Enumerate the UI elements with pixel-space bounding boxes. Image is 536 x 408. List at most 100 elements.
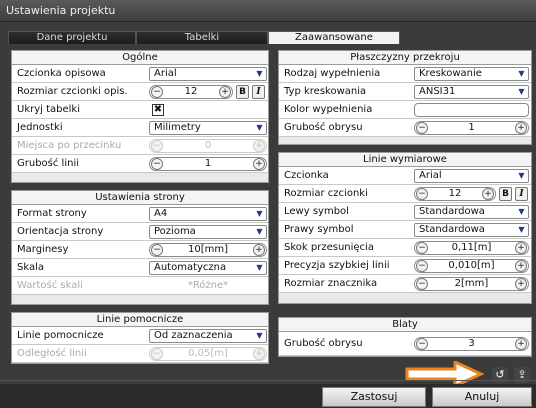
stepper-value: 0 — [204, 140, 212, 151]
plus-icon[interactable]: + — [253, 244, 265, 256]
minus-icon: − — [151, 140, 163, 152]
label: Jednostki — [17, 122, 63, 133]
label: Grubość obrysu — [284, 338, 363, 349]
chevron-down-icon: ▼ — [518, 225, 525, 234]
chevron-down-icon: ▼ — [256, 69, 263, 78]
font-size-stepper[interactable]: − 12 + — [149, 85, 233, 99]
row-skok-przesuniecia: Skok przesunięcia − 0,11[m] + — [279, 239, 531, 257]
italic-button[interactable]: I — [252, 85, 265, 99]
plus-icon[interactable]: + — [515, 260, 527, 272]
page-format-select[interactable]: A4 ▼ — [149, 207, 267, 221]
chevron-down-icon: ▼ — [518, 207, 525, 216]
italic-button[interactable]: I — [515, 187, 528, 201]
apply-button[interactable]: Zastosuj — [322, 387, 426, 407]
dim-font-size-stepper[interactable]: − 12 + — [414, 187, 496, 201]
font-select[interactable]: Arial ▼ — [149, 67, 267, 81]
row-odleglosc-linii: Odległość linii − 0,05[m] + — [12, 345, 268, 363]
plus-icon[interactable]: + — [515, 122, 527, 134]
cancel-button[interactable]: Anuluj — [432, 387, 532, 407]
stepper-value: 12 — [448, 188, 462, 199]
plus-icon[interactable]: + — [253, 158, 265, 170]
select-value: Pozioma — [154, 226, 196, 237]
stepper-value: 1 — [204, 158, 212, 169]
row-czcionka-opisowa: Czcionka opisowa Arial ▼ — [12, 65, 268, 83]
select-value: Arial — [419, 170, 442, 181]
margins-stepper[interactable]: − 10[mm] + — [149, 243, 267, 257]
minus-icon[interactable]: − — [416, 188, 428, 200]
offset-step-stepper[interactable]: − 0,11[m] + — [414, 241, 529, 255]
stepper-value: 1 — [468, 122, 475, 133]
line-distance-stepper: − 0,05[m] + — [149, 347, 267, 361]
countertop-outline-stepper[interactable]: − 3 + — [414, 337, 529, 351]
row-wartosc-skali: Wartość skali *Różne* — [12, 277, 268, 295]
row-marginesy: Marginesy − 10[mm] + — [12, 241, 268, 259]
select-value: Milimetry — [154, 122, 201, 133]
fill-type-select[interactable]: Kreskowanie ▼ — [414, 67, 529, 81]
minus-icon[interactable]: − — [151, 86, 163, 98]
marker-size-stepper[interactable]: − 2[mm] + — [414, 277, 529, 291]
plus-icon[interactable]: + — [515, 338, 527, 350]
plus-icon: + — [253, 348, 265, 360]
dim-font-select[interactable]: Arial ▼ — [414, 169, 529, 183]
units-select[interactable]: Milimetry ▼ — [149, 121, 267, 135]
plus-icon[interactable]: + — [219, 86, 231, 98]
minus-icon[interactable]: − — [416, 260, 428, 272]
tab-tabelki[interactable]: Tabelki — [136, 31, 268, 44]
hide-tables-checkbox[interactable]: ✖ — [152, 104, 164, 116]
row-prawy-symbol: Prawy symbol Standardowa ▼ — [279, 221, 531, 239]
panel-title: Blaty — [279, 318, 531, 332]
label: Czcionka opisowa — [17, 68, 106, 79]
label: Prawy symbol — [284, 224, 354, 235]
hatch-type-select[interactable]: ANSI31 ▼ — [414, 85, 529, 99]
right-symbol-select[interactable]: Standardowa ▼ — [414, 223, 529, 237]
line-thickness-stepper[interactable]: − 1 + — [149, 157, 267, 171]
plus-icon[interactable]: + — [482, 188, 494, 200]
decimal-places-stepper: − 0 + — [149, 139, 267, 153]
divider — [0, 380, 536, 381]
tab-zaawansowane[interactable]: Zaawansowane — [268, 31, 400, 44]
panel-linie-pomocnicze: Linie pomocnicze Linie pomocnicze Od zaz… — [11, 312, 269, 364]
chevron-down-icon: ▼ — [518, 69, 525, 78]
stepper-value: 0,11[m] — [451, 242, 492, 253]
label: Odległość linii — [17, 348, 87, 359]
minus-icon[interactable]: − — [151, 158, 163, 170]
panel-ogolne: Ogólne Czcionka opisowa Arial ▼ Rozmiar c… — [11, 50, 269, 183]
label: Grubość obrysu — [284, 122, 363, 133]
stepper-value: 0,010[m] — [448, 260, 495, 271]
row-ukryj-tabelki: Ukryj tabelki ✖ — [12, 101, 268, 119]
row-rozmiar-czcionki-opis: Rozmiar czcionki opis. − 12 + B I — [12, 83, 268, 101]
minus-icon[interactable]: − — [151, 244, 163, 256]
bold-button[interactable]: B — [499, 187, 512, 201]
window-title: Ustawienia projektu — [0, 0, 536, 22]
minus-icon[interactable]: − — [416, 338, 428, 350]
panel-title: Płaszczyzny przekroju — [279, 51, 531, 65]
row-precyzja-szybkiej-linii: Precyzja szybkiej linii − 0,010[m] + — [279, 257, 531, 275]
quick-line-precision-stepper[interactable]: − 0,010[m] + — [414, 259, 529, 273]
tab-dane-projektu[interactable]: Dane projektu — [8, 31, 136, 44]
plus-icon[interactable]: + — [515, 278, 527, 290]
tab-bar: Dane projektu Tabelki Zaawansowane — [8, 31, 528, 44]
select-value: Automatyczna — [154, 262, 227, 273]
panel-blaty: Blaty Grubość obrysu − 3 + — [278, 317, 532, 357]
label: Linie pomocnicze — [17, 330, 104, 341]
row-rozmiar-czcionki: Rozmiar czcionki − 12 + B I — [279, 185, 531, 203]
left-symbol-select[interactable]: Standardowa ▼ — [414, 205, 529, 219]
minus-icon[interactable]: − — [416, 122, 428, 134]
fill-color-field[interactable] — [414, 103, 529, 117]
row-orientacja-strony: Orientacja strony Pozioma ▼ — [12, 223, 268, 241]
plus-icon[interactable]: + — [515, 242, 527, 254]
bold-button[interactable]: B — [236, 85, 249, 99]
row-miejsca-po-przecinku: Miejsca po przecinku − 0 + — [12, 137, 268, 155]
outline-thickness-stepper[interactable]: − 1 + — [414, 121, 529, 135]
minus-icon[interactable]: − — [416, 242, 428, 254]
guide-lines-select[interactable]: Od zaznaczenia ▼ — [149, 329, 267, 343]
scale-select[interactable]: Automatyczna ▼ — [149, 261, 267, 275]
label: Rozmiar znacznika — [284, 278, 378, 289]
label: Miejsca po przecinku — [17, 140, 122, 151]
orientation-select[interactable]: Pozioma ▼ — [149, 225, 267, 239]
plus-icon: + — [253, 140, 265, 152]
label: Czcionka — [284, 170, 329, 181]
panel-linie-wymiarowe: Linie wymiarowe Czcionka Arial ▼ Rozmiar … — [278, 152, 532, 304]
label: Typ kreskowania — [284, 86, 367, 97]
minus-icon[interactable]: − — [416, 278, 428, 290]
